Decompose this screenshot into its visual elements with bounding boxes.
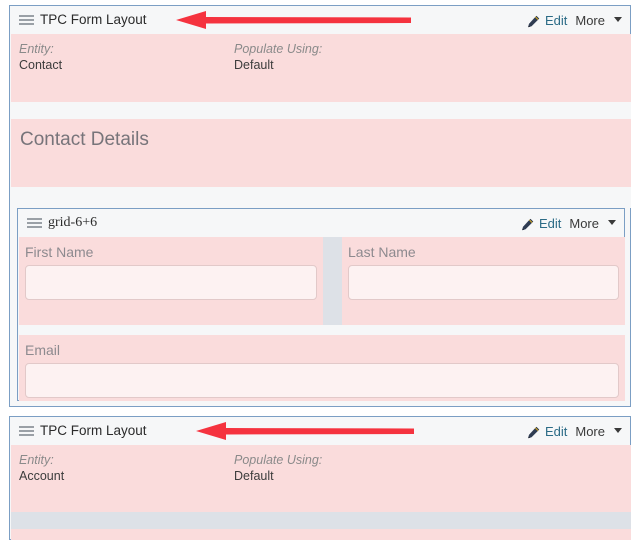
panel-title: TPC Form Layout bbox=[40, 423, 147, 439]
form-column-right: Last Name bbox=[342, 237, 625, 325]
hamburger-menu-icon[interactable] bbox=[27, 217, 42, 229]
panel-grid-6-6[interactable]: grid-6+6 Edit More First Name Last Name … bbox=[17, 208, 625, 401]
email-label: Email bbox=[25, 342, 61, 358]
chevron-down-icon[interactable] bbox=[614, 16, 622, 22]
populate-meta-column: Populate Using: Default bbox=[234, 453, 449, 485]
panel-title: TPC Form Layout bbox=[40, 12, 147, 28]
first-name-input[interactable] bbox=[25, 265, 317, 300]
pencil-icon[interactable] bbox=[527, 426, 540, 439]
populate-using-label: Populate Using: bbox=[234, 42, 323, 56]
panel-tpc-form-layout-account[interactable]: TPC Form Layout Edit More Entity: Accoun… bbox=[9, 416, 631, 540]
populate-using-value: Default bbox=[234, 58, 274, 72]
section-heading-band: Contact Details bbox=[11, 119, 631, 187]
more-button[interactable]: More bbox=[569, 217, 599, 230]
more-button[interactable]: More bbox=[575, 14, 605, 27]
more-button[interactable]: More bbox=[575, 425, 605, 438]
entity-value: Contact bbox=[19, 58, 63, 72]
edit-button[interactable]: Edit bbox=[539, 217, 561, 230]
chevron-down-icon[interactable] bbox=[608, 219, 616, 225]
panel-header[interactable]: TPC Form Layout Edit More bbox=[10, 6, 630, 34]
pencil-icon[interactable] bbox=[521, 218, 534, 231]
panel-header[interactable]: TPC Form Layout Edit More bbox=[10, 417, 630, 445]
panel-gap-strip-2 bbox=[11, 187, 631, 208]
form-designer-canvas: TPC Form Layout Edit More Entity: Contac… bbox=[0, 0, 644, 540]
chevron-down-icon[interactable] bbox=[614, 427, 622, 433]
panel-header[interactable]: grid-6+6 Edit More bbox=[18, 209, 624, 237]
entity-value: Account bbox=[19, 469, 65, 483]
form-column-left: First Name bbox=[19, 237, 323, 325]
entity-label: Entity: bbox=[19, 453, 54, 467]
panel-header-actions: Edit More bbox=[527, 425, 622, 438]
grid-row-columns: First Name Last Name bbox=[19, 237, 625, 325]
panel-header-actions: Edit More bbox=[521, 217, 616, 230]
edit-button[interactable]: Edit bbox=[545, 425, 567, 438]
first-name-label: First Name bbox=[25, 244, 94, 260]
panel-title: grid-6+6 bbox=[48, 215, 98, 230]
entity-meta-column: Entity: Contact bbox=[19, 42, 234, 74]
panel-tpc-form-layout-contact[interactable]: TPC Form Layout Edit More Entity: Contac… bbox=[9, 5, 631, 407]
panel-header-actions: Edit More bbox=[527, 14, 622, 27]
panel-gap-strip bbox=[11, 102, 631, 119]
panel-gray-strip bbox=[11, 512, 631, 529]
pencil-icon[interactable] bbox=[527, 15, 540, 28]
entity-meta-column: Entity: Account bbox=[19, 453, 234, 485]
hamburger-menu-icon[interactable] bbox=[19, 14, 34, 26]
grid-gap-strip bbox=[19, 325, 625, 335]
email-input[interactable] bbox=[25, 363, 619, 398]
last-name-label: Last Name bbox=[348, 244, 416, 260]
entity-meta-band: Entity: Account Populate Using: Default bbox=[11, 445, 631, 512]
populate-using-value: Default bbox=[234, 469, 274, 483]
section-heading: Contact Details bbox=[20, 129, 149, 150]
hamburger-menu-icon[interactable] bbox=[19, 425, 34, 437]
form-row-email: Email bbox=[19, 335, 625, 401]
populate-using-label: Populate Using: bbox=[234, 453, 323, 467]
entity-meta-band: Entity: Contact Populate Using: Default bbox=[11, 34, 631, 102]
entity-label: Entity: bbox=[19, 42, 54, 56]
last-name-input[interactable] bbox=[348, 265, 619, 300]
populate-meta-column: Populate Using: Default bbox=[234, 42, 449, 74]
edit-button[interactable]: Edit bbox=[545, 14, 567, 27]
